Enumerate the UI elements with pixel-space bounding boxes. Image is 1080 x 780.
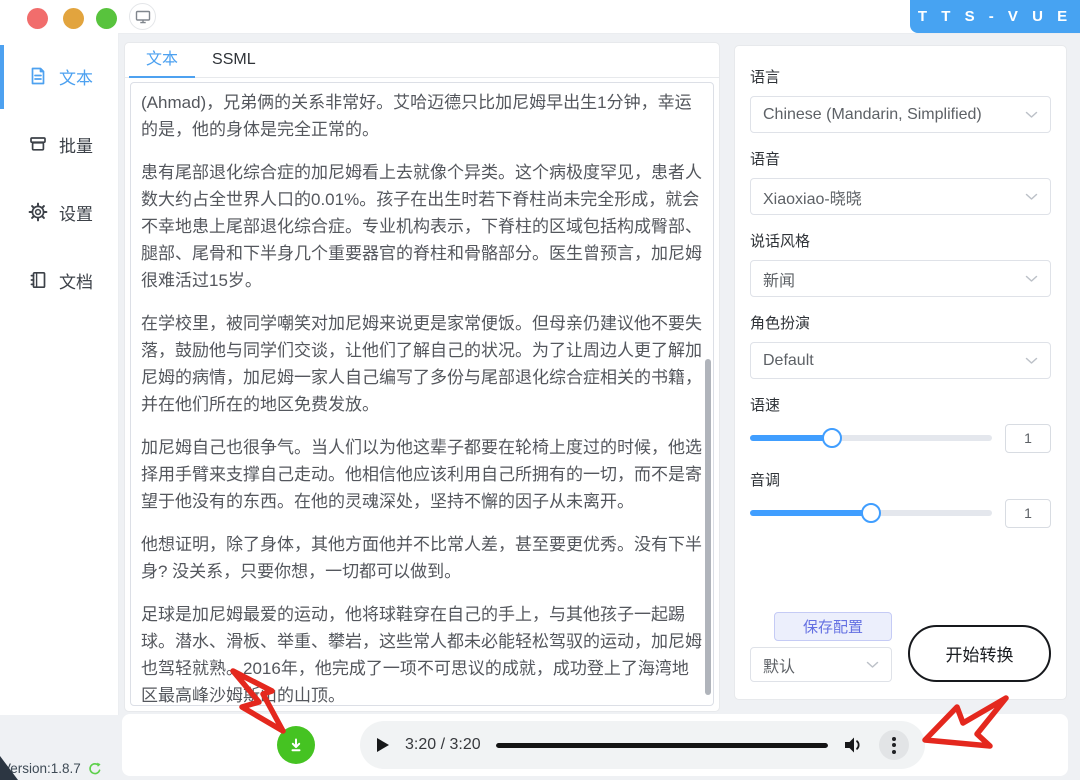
paragraph: 患有尾部退化综合症的加尼姆看上去就像个异类。这个病极度罕见，患者人数大约占全世界… [141,159,703,294]
audio-player: 3:20 / 3:20 [360,721,925,769]
version-info: Version:1.8.7 [2,761,102,776]
speed-slider-track[interactable] [750,435,992,441]
monitor-icon [135,10,151,24]
speak-style-label: 说话风格 [750,230,1051,251]
refresh-icon [88,762,102,776]
pitch-label: 音调 [750,469,1051,490]
pitch-slider-handle[interactable] [861,503,881,523]
sidebar-item-batch[interactable]: 批量 [0,111,118,177]
download-button[interactable] [277,726,315,764]
editor-tabbar: 文本 SSML [125,43,719,78]
document-icon [28,66,48,86]
speed-value-input[interactable]: 1 [1005,424,1051,453]
speak-style-select[interactable]: 新闻 [750,260,1051,297]
volume-button[interactable] [843,735,864,755]
volume-icon [843,735,864,755]
sidebar-item-label: 批量 [59,132,93,157]
speak-style-select-value: 新闻 [763,267,795,291]
tab-text-label: 文本 [146,51,178,68]
seek-bar-fill [496,743,828,748]
sidebar-item-label: 文本 [59,64,93,89]
monitor-button[interactable] [129,3,156,30]
pitch-slider-fill [750,510,871,516]
editor-panel: 文本 SSML (Ahmad)，兄弟俩的关系非常好。艾哈迈德只比加尼姆早出生1分… [124,42,720,712]
pitch-slider-row: 1 [750,496,1051,530]
speed-slider-handle[interactable] [822,428,842,448]
playback-time: 3:20 / 3:20 [405,736,481,754]
language-label: 语言 [750,66,1051,87]
paragraph: (Ahmad)，兄弟俩的关系非常好。艾哈迈德只比加尼姆早出生1分钟，幸运的是，他… [141,89,703,143]
play-icon [376,737,390,753]
speed-slider-row: 1 [750,421,1051,455]
role-play-label: 角色扮演 [750,312,1051,333]
paragraph: 在学校里，被同学嘲笑对加尼姆来说更是家常便饭。但母亲仍建议他不要失落，鼓励他与同… [141,310,703,418]
paragraph: 他想证明，除了身体，其他方面他并不比常人差，甚至要更优秀。没有下半身? 没关系，… [141,531,703,585]
tab-ssml-label: SSML [212,51,256,68]
chevron-down-icon [866,661,879,669]
notebook-icon [28,270,48,290]
play-button[interactable] [376,737,390,753]
language-select-value: Chinese (Mandarin, Simplified) [763,106,982,124]
sidebar: 文本 批量 设置 [0,33,119,715]
voice-select[interactable]: Xiaoxiao-晓晓 [750,178,1051,215]
paragraph: 加尼姆自己也很争气。当人们以为他这辈子都要在轮椅上度过的时候，他选择用手臂来支撑… [141,434,703,515]
sidebar-item-settings[interactable]: 设置 [0,179,118,245]
sidebar-item-label: 设置 [59,200,93,225]
speed-slider-fill [750,435,832,441]
traffic-light-zoom-button[interactable] [96,8,117,29]
scrollbar-thumb[interactable] [705,359,711,695]
preset-select-value: 默认 [763,653,795,677]
player-bar: 3:20 / 3:20 [122,714,1068,776]
preset-select[interactable]: 默认 [750,647,892,682]
settings-panel: 语言 Chinese (Mandarin, Simplified) 语音 Xia… [734,45,1067,700]
download-icon [287,736,305,754]
paragraph: 足球是加尼姆最爱的运动，他将球鞋穿在自己的手上，与其他孩子一起踢球。潜水、滑板、… [141,601,703,706]
role-play-select[interactable]: Default [750,342,1051,379]
settings-bottom-controls: 保存配置 默认 开始转换 [750,612,1051,682]
pitch-slider-track[interactable] [750,510,992,516]
chevron-down-icon [1025,275,1038,283]
more-options-button[interactable] [879,730,909,760]
voice-label: 语音 [750,148,1051,169]
sidebar-item-text[interactable]: 文本 [0,43,118,109]
app-logo: T T S - V U E [910,0,1080,33]
traffic-light-minimize-button[interactable] [63,8,84,29]
tab-text[interactable]: 文本 [129,43,195,77]
tab-ssml[interactable]: SSML [195,43,273,77]
pitch-value-input[interactable]: 1 [1005,499,1051,528]
config-column: 保存配置 默认 [750,612,892,682]
batch-box-icon [28,134,48,154]
kebab-menu-icon [892,737,896,754]
text-input-area[interactable]: (Ahmad)，兄弟俩的关系非常好。艾哈迈德只比加尼姆早出生1分钟，幸运的是，他… [130,82,714,706]
chevron-down-icon [1025,111,1038,119]
gear-icon [28,202,48,222]
version-text: Version:1.8.7 [2,761,81,776]
role-play-select-value: Default [763,352,814,370]
language-select[interactable]: Chinese (Mandarin, Simplified) [750,96,1051,133]
save-config-button[interactable]: 保存配置 [774,612,892,641]
sidebar-item-label: 文档 [59,268,93,293]
title-bar: T T S - V U E [0,0,1080,34]
seek-bar[interactable] [496,743,828,748]
sidebar-item-docs[interactable]: 文档 [0,247,118,313]
start-convert-button[interactable]: 开始转换 [908,625,1051,682]
chevron-down-icon [1025,357,1038,365]
check-update-button[interactable] [88,762,102,776]
chevron-down-icon [1025,193,1038,201]
speed-label: 语速 [750,394,1051,415]
app-window: T T S - V U E 文本 批量 [0,0,1080,780]
traffic-light-close-button[interactable] [27,8,48,29]
voice-select-value: Xiaoxiao-晓晓 [763,185,862,209]
